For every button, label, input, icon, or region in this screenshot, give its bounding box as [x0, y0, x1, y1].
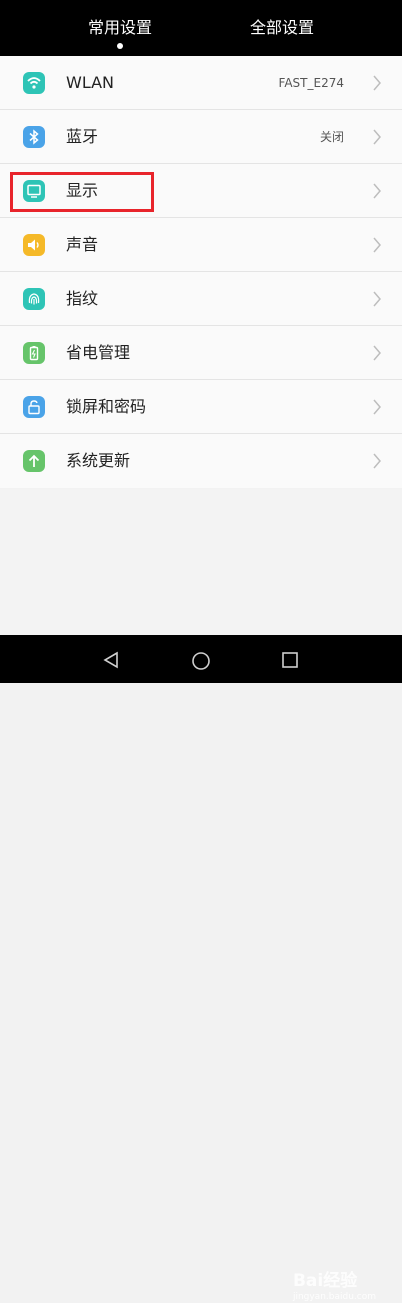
settings-row-value: 关闭: [319, 130, 344, 144]
top-tab-bar: 常用设置 全部设置: [0, 0, 402, 56]
settings-row-value: FAST_E274: [278, 76, 344, 90]
bluetooth-icon: [23, 126, 45, 148]
watermark-brand: Bai经验: [292, 1271, 358, 1291]
settings-row-label: 蓝牙: [66, 127, 99, 146]
settings-row-label: 声音: [66, 235, 99, 254]
recent-apps-icon[interactable]: [282, 652, 298, 668]
settings-row-sound[interactable]: 声音: [0, 218, 402, 272]
settings-row-label: 指纹: [66, 289, 99, 308]
back-icon[interactable]: [102, 651, 120, 669]
sound-icon: [23, 234, 45, 256]
settings-row-wlan[interactable]: WLAN FAST_E274: [0, 56, 402, 110]
settings-row-label: WLAN: [66, 73, 115, 92]
chevron-right-icon: [373, 237, 381, 253]
settings-row-label: 锁屏和密码: [66, 397, 147, 416]
battery-icon: [23, 342, 45, 364]
chevron-right-icon: [373, 291, 381, 307]
settings-row-power-saving[interactable]: 省电管理: [0, 326, 402, 380]
settings-row-system-update[interactable]: 系统更新: [0, 434, 402, 488]
home-icon[interactable]: [191, 651, 211, 671]
update-icon: [23, 450, 45, 472]
settings-row-label: 系统更新: [66, 451, 131, 470]
tab-common-settings[interactable]: 常用设置: [40, 18, 200, 38]
settings-row-label: 省电管理: [66, 343, 131, 362]
tab-all-settings[interactable]: 全部设置: [202, 18, 362, 38]
lock-icon: [23, 396, 45, 418]
settings-row-fingerprint[interactable]: 指纹: [0, 272, 402, 326]
chevron-right-icon: [373, 453, 381, 469]
chevron-right-icon: [373, 183, 381, 199]
chevron-right-icon: [373, 75, 381, 91]
wifi-icon: [23, 72, 45, 94]
empty-area: [0, 489, 402, 635]
watermark-url: jingyan.baidu.com: [292, 1292, 376, 1302]
chevron-right-icon: [373, 345, 381, 361]
settings-row-bluetooth[interactable]: 蓝牙 关闭: [0, 110, 402, 164]
chevron-right-icon: [373, 399, 381, 415]
watermark: Bai经验 jingyan.baidu.com: [293, 1271, 376, 1303]
settings-list: WLAN FAST_E274 蓝牙 关闭 显示 声音 指纹 省电管理 锁屏和密码…: [0, 56, 402, 488]
chevron-right-icon: [373, 129, 381, 145]
highlight-box: [10, 172, 154, 212]
settings-row-lockscreen[interactable]: 锁屏和密码: [0, 380, 402, 434]
navigation-bar: Bai经验 jingyan.baidu.com: [0, 635, 402, 1302]
active-tab-indicator: [117, 43, 123, 49]
fingerprint-icon: [23, 288, 45, 310]
